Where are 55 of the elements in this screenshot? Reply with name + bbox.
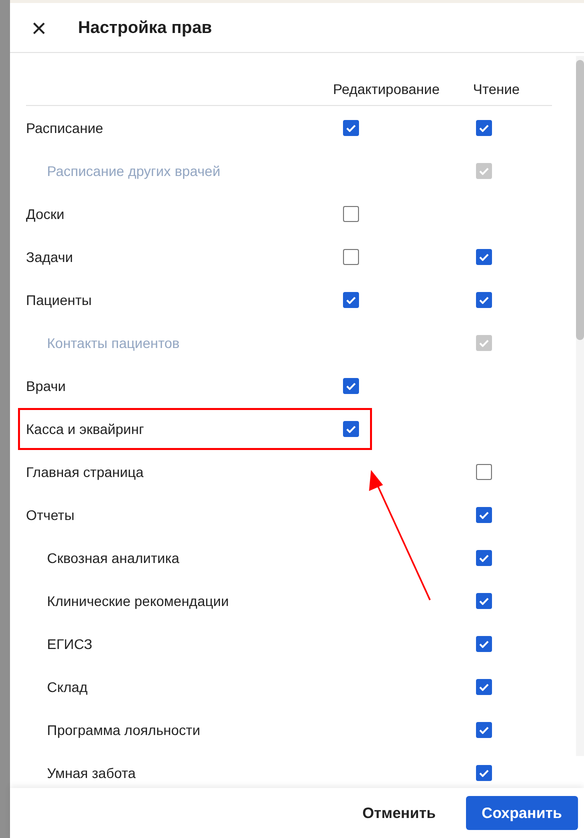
checkbox[interactable]: [476, 506, 492, 522]
check-icon: [479, 640, 489, 648]
permission-label: Умная забота: [47, 764, 136, 780]
permission-label: Пациенты: [26, 292, 92, 308]
checkbox[interactable]: [476, 120, 492, 136]
checkbox[interactable]: [343, 378, 359, 394]
checkbox[interactable]: [476, 678, 492, 694]
check-icon: [479, 596, 489, 604]
permission-label: ЕГИСЗ: [47, 636, 92, 652]
check-icon: [479, 510, 489, 518]
permission-label: Касса и эквайринг: [26, 420, 144, 436]
checkbox[interactable]: [476, 592, 492, 608]
permission-label: Сквозная аналитика: [47, 550, 180, 566]
check-icon: [479, 682, 489, 690]
check-icon: [479, 726, 489, 734]
permission-label: Главная страница: [26, 464, 144, 480]
permission-label: Врачи: [26, 378, 66, 394]
permission-label: Задачи: [26, 248, 74, 264]
permission-label: Контакты пациентов: [47, 334, 180, 350]
check-icon: [346, 424, 356, 432]
column-header: Редактирование: [333, 81, 441, 97]
checkbox[interactable]: [476, 550, 492, 566]
save-button[interactable]: Сохранить: [466, 796, 578, 830]
checkbox[interactable]: [343, 120, 359, 136]
permission-label: Расписание: [26, 120, 104, 136]
dialog-title: Настройка прав: [78, 18, 212, 38]
permission-label: Доски: [26, 206, 64, 222]
checkbox[interactable]: [476, 248, 492, 264]
checkbox[interactable]: [343, 206, 359, 222]
checkbox[interactable]: [343, 248, 359, 264]
check-icon: [479, 252, 489, 260]
permission-label: Отчеты: [26, 506, 74, 522]
checkbox[interactable]: [343, 292, 359, 308]
scrollbar[interactable]: [576, 56, 584, 756]
check-icon: [346, 296, 356, 304]
checkbox[interactable]: [343, 420, 359, 436]
close-button[interactable]: ×: [20, 8, 58, 46]
check-icon: [346, 124, 356, 132]
checkbox[interactable]: [476, 722, 492, 738]
checkbox[interactable]: [476, 292, 492, 308]
permission-label: Программа лояльности: [47, 722, 200, 738]
checkbox[interactable]: [476, 764, 492, 780]
permission-label: Склад: [47, 678, 88, 694]
check-icon: [479, 124, 489, 132]
check-icon: [346, 382, 356, 390]
column-header: Чтение: [473, 81, 521, 97]
permission-label: Расписание других врачей: [47, 162, 220, 178]
check-icon: [479, 768, 489, 776]
checkbox[interactable]: [476, 636, 492, 652]
check-icon: [479, 338, 489, 346]
checkbox[interactable]: [476, 464, 492, 480]
check-icon: [479, 166, 489, 174]
check-icon: [479, 554, 489, 562]
check-icon: [479, 296, 489, 304]
permission-label: Клинические рекомендации: [47, 592, 229, 608]
